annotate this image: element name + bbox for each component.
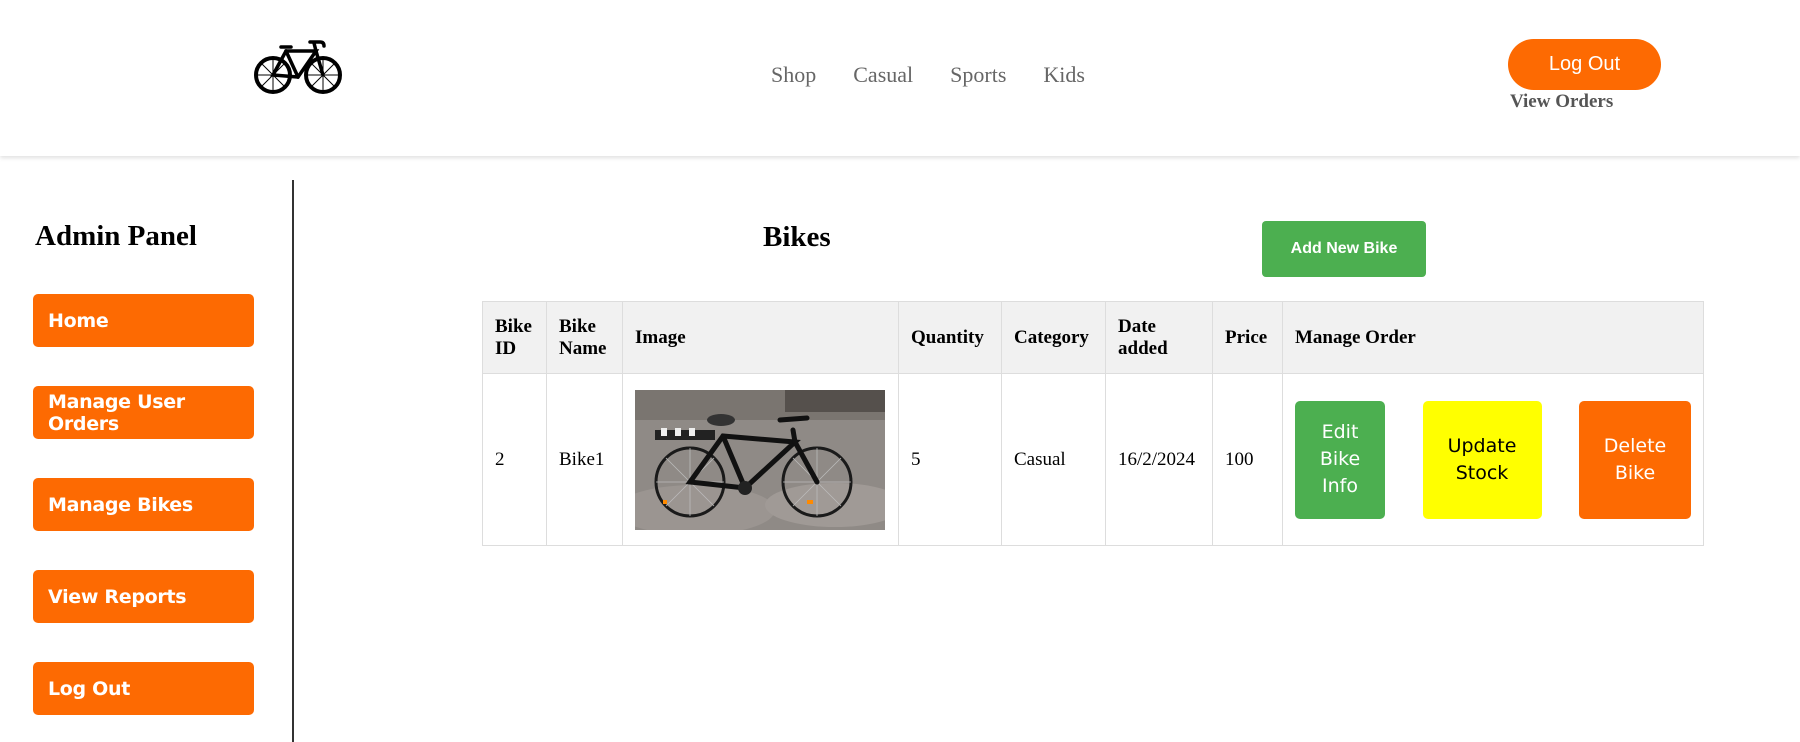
col-quantity: Quantity xyxy=(898,301,1002,374)
cell-category: Casual xyxy=(1001,373,1106,546)
sidebar-item-log-out[interactable]: Log Out xyxy=(33,662,254,715)
bikes-table: Bike ID Bike Name Image Quantity Categor… xyxy=(482,301,1704,546)
nav-kids[interactable]: Kids xyxy=(1043,62,1085,88)
col-bike-id: Bike ID xyxy=(482,301,547,374)
cell-manage-order: Edit Bike Info Update Stock Delete Bike xyxy=(1282,373,1704,546)
add-new-bike-button[interactable]: Add New Bike xyxy=(1262,221,1426,277)
cell-quantity: 5 xyxy=(898,373,1002,546)
edit-bike-info-button[interactable]: Edit Bike Info xyxy=(1295,400,1385,519)
cell-image xyxy=(622,373,899,546)
col-manage-order: Manage Order xyxy=(1282,301,1704,374)
admin-panel-title: Admin Panel xyxy=(35,220,197,252)
nav-casual[interactable]: Casual xyxy=(853,62,913,88)
action-buttons: Edit Bike Info Update Stock Delete Bike xyxy=(1295,400,1691,519)
table-row: 2 Bike1 5 Casual 16/2/2024 100 Edit Bike… xyxy=(482,373,1704,546)
table-header-row: Bike ID Bike Name Image Quantity Categor… xyxy=(482,301,1704,374)
cell-price: 100 xyxy=(1212,373,1283,546)
logout-button[interactable]: Log Out xyxy=(1508,39,1661,90)
bicycle-icon[interactable] xyxy=(254,33,342,95)
col-price: Price xyxy=(1212,301,1283,374)
sidebar-item-manage-bikes[interactable]: Manage Bikes xyxy=(33,478,254,531)
view-orders-link[interactable]: View Orders xyxy=(1510,91,1613,113)
sidebar-divider xyxy=(292,180,294,742)
update-stock-button[interactable]: Update Stock xyxy=(1422,400,1542,519)
nav-sports[interactable]: Sports xyxy=(950,62,1006,88)
bike-photo xyxy=(635,389,885,530)
top-header: Shop Casual Sports Kids Log Out View Ord… xyxy=(0,0,1800,156)
col-image: Image xyxy=(622,301,899,374)
cell-bike-name: Bike1 xyxy=(546,373,623,546)
main-nav: Shop Casual Sports Kids xyxy=(771,62,1122,88)
sidebar-item-manage-user-orders[interactable]: Manage User Orders xyxy=(33,386,254,439)
nav-shop[interactable]: Shop xyxy=(771,62,816,88)
delete-bike-button[interactable]: Delete Bike xyxy=(1579,400,1691,519)
col-date-added: Date added xyxy=(1105,301,1213,374)
admin-sidebar: Admin Panel Home Manage User Orders Mana… xyxy=(0,180,292,742)
page-title: Bikes xyxy=(763,221,831,253)
col-bike-name: Bike Name xyxy=(546,301,623,374)
col-category: Category xyxy=(1001,301,1106,374)
sidebar-item-view-reports[interactable]: View Reports xyxy=(33,570,254,623)
sidebar-item-home[interactable]: Home xyxy=(33,294,254,347)
cell-date-added: 16/2/2024 xyxy=(1105,373,1213,546)
cell-bike-id: 2 xyxy=(482,373,547,546)
